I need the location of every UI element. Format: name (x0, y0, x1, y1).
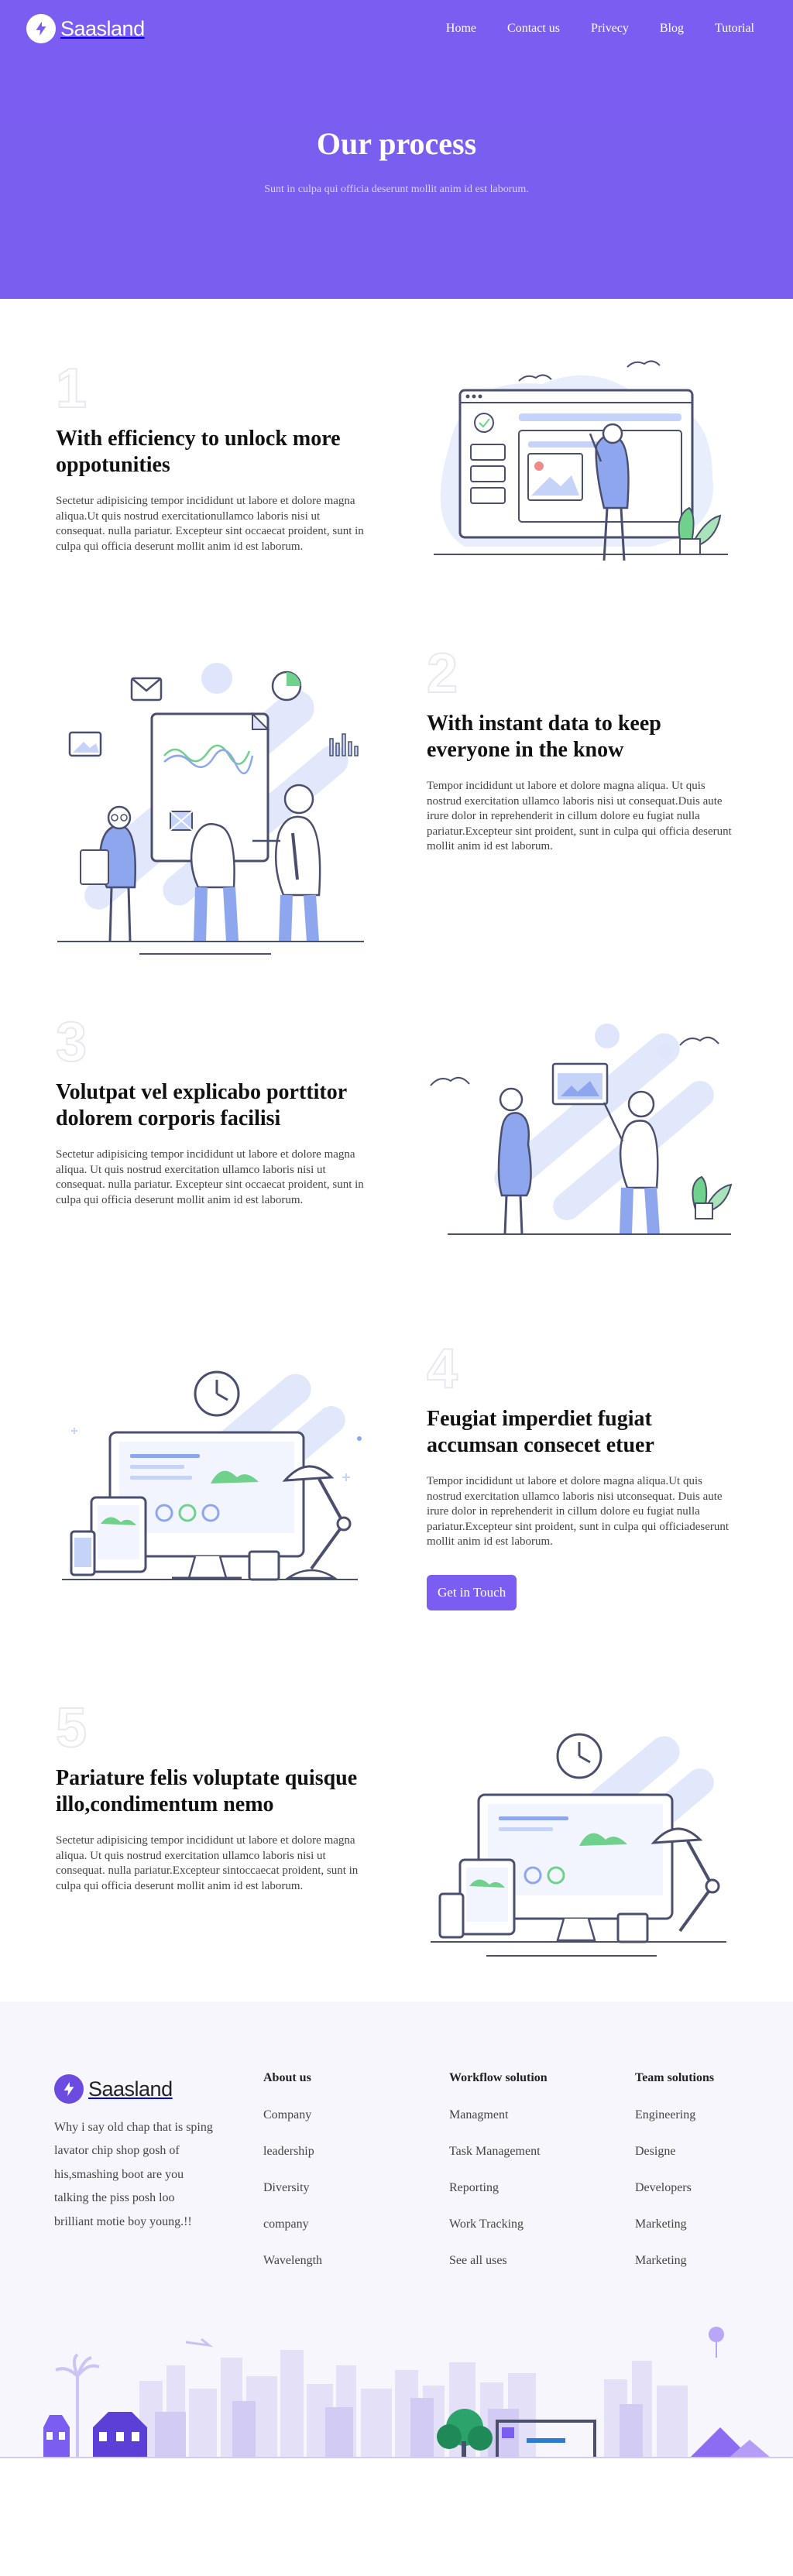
footer-link[interactable]: Diversity (263, 2181, 310, 2194)
step-title: With instant data to keep everyone in th… (427, 712, 661, 763)
brand-name: Saasland (60, 16, 145, 40)
footer-column-title: About us (263, 2071, 311, 2084)
nav-tutorial[interactable]: Tutorial (715, 22, 754, 36)
footer-link[interactable]: Task Management (449, 2145, 541, 2158)
process-step-5: 5 Pariature felis voluptate quisque illo… (0, 1685, 793, 2001)
step-body: Tempor incididunt ut labore et dolore ma… (427, 1475, 729, 1549)
page-subtitle: Sunt in culpa qui officia deserunt molli… (264, 184, 529, 195)
footer-link[interactable]: company (263, 2218, 309, 2231)
hero-header: Saasland Home Contact us Privecy Blog Tu… (0, 0, 793, 299)
footer-logo[interactable]: Saasland (54, 2074, 173, 2104)
lightning-bolt-icon (26, 14, 56, 43)
site-footer: Saasland Why i say old chap that is spin… (0, 2001, 793, 2458)
nav-blog[interactable]: Blog (660, 22, 684, 36)
nav-links: Home Contact us Privecy Blog Tutorial (446, 22, 754, 36)
footer-link[interactable]: See all uses (449, 2254, 507, 2267)
collaboration-illustration (430, 1024, 733, 1235)
dashboard-illustration (434, 360, 728, 561)
step-number: 5 (55, 1697, 88, 1759)
step-body: Sectetur adipisicing tempor incididunt u… (56, 1148, 364, 1206)
nav-contact-us[interactable]: Contact us (507, 22, 560, 36)
process-step-3: 3 Volutpat vel explicabo porttitor dolor… (0, 974, 793, 1315)
page-title: Our process (316, 126, 477, 161)
nav-home[interactable]: Home (446, 22, 476, 36)
footer-column-title: Team solutions (635, 2071, 715, 2084)
footer-link[interactable]: Managment (449, 2108, 508, 2122)
step-title: Volutpat vel explicabo porttitor dolorem… (56, 1080, 347, 1131)
lightning-bolt-icon (54, 2074, 84, 2104)
footer-brand-name: Saasland (88, 2077, 173, 2101)
step-number: 1 (55, 358, 88, 420)
workspace-illustration (431, 1733, 726, 1957)
process-step-4: 4 Feugiat imperdiet fugiat accumsan cons… (0, 1315, 793, 1685)
step-body: Tempor incididunt ut labore et dolore ma… (427, 780, 732, 853)
footer-column-team: Team solutions Engineering Designe Devel… (635, 2071, 714, 2290)
step-body: Sectetur adipisicing tempor incididunt u… (56, 495, 364, 553)
city-skyline-illustration (0, 2327, 793, 2458)
footer-link[interactable]: Work Tracking (449, 2218, 524, 2231)
process-step-1: 1 With efficiency to unlock more oppotun… (0, 299, 793, 624)
footer-link[interactable]: Marketing (635, 2254, 687, 2267)
data-report-illustration (57, 663, 364, 955)
footer-link[interactable]: Company (263, 2108, 311, 2122)
footer-link[interactable]: Engineering (635, 2108, 695, 2122)
step-title: With efficiency to unlock more oppotunit… (56, 427, 341, 478)
devices-illustration (62, 1370, 362, 1581)
footer-link[interactable]: Marketing (635, 2218, 687, 2231)
nav-privacy[interactable]: Privecy (591, 22, 629, 36)
step-body: Sectetur adipisicing tempor incididunt u… (56, 1834, 359, 1892)
footer-column-title: Workflow solution (449, 2071, 548, 2084)
process-step-2: 2 With instant data to keep everyone in … (0, 624, 793, 974)
footer-link[interactable]: Wavelength (263, 2254, 322, 2267)
footer-link[interactable]: leadership (263, 2145, 314, 2158)
step-title: Pariature felis voluptate quisque illo,c… (56, 1766, 358, 1817)
footer-about-text: Why i say old chap that is sping lavator… (54, 2121, 213, 2228)
top-nav: Saasland Home Contact us Privecy Blog Tu… (0, 0, 793, 57)
step-number: 3 (55, 1011, 88, 1073)
footer-link[interactable]: Designe (635, 2145, 675, 2158)
step-title: Feugiat imperdiet fugiat accumsan consec… (427, 1407, 654, 1458)
footer-link[interactable]: Reporting (449, 2181, 499, 2194)
step-number: 4 (426, 1338, 458, 1400)
footer-column-about: About us Company leadership Diversity co… (263, 2071, 322, 2290)
step-number: 2 (426, 643, 458, 705)
footer-link[interactable]: Developers (635, 2181, 692, 2194)
brand-logo[interactable]: Saasland (26, 14, 145, 43)
footer-column-workflow: Workflow solution Managment Task Managem… (449, 2071, 548, 2290)
get-in-touch-button[interactable]: Get in Touch (427, 1574, 517, 1610)
